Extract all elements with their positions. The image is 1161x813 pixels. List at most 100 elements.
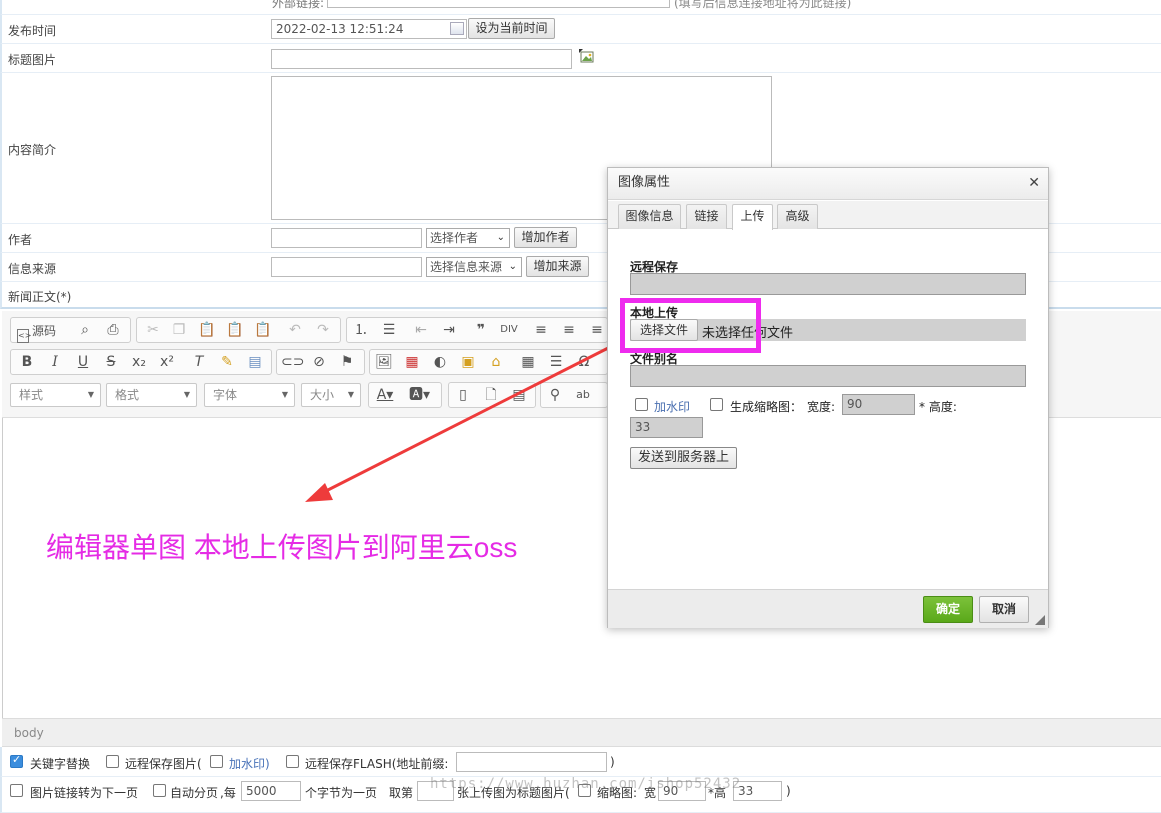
format-combo-label: 格式 — [115, 388, 140, 402]
bold-icon[interactable]: B — [17, 352, 37, 372]
font-combo[interactable]: 字体 ▼ — [204, 383, 295, 407]
external-link-hint: (填写后信息连接地址将为此链接) — [674, 0, 852, 10]
file-alias-field[interactable] — [630, 365, 1026, 387]
element-path[interactable]: body — [14, 726, 44, 740]
div-container-icon[interactable]: DIV — [499, 320, 519, 340]
text-color-icon[interactable]: A▾ — [375, 385, 395, 405]
bulleted-list-icon[interactable]: ☰ — [379, 320, 399, 340]
underline-icon[interactable]: U — [73, 352, 93, 372]
set-now-button[interactable]: 设为当前时间 — [468, 18, 555, 39]
source-select[interactable]: 选择信息来源 ⌄ — [426, 257, 522, 277]
tab-upload[interactable]: 上传 — [732, 204, 773, 230]
watermark-option-checkbox[interactable] — [210, 755, 223, 768]
tab-link[interactable]: 链接 — [686, 204, 727, 229]
keyword-replace-checkbox[interactable] — [10, 753, 23, 768]
numbered-list-icon[interactable]: ⒈ — [351, 320, 371, 340]
template-icon[interactable]: ▤ — [245, 352, 265, 372]
link-icon[interactable]: ⊂⊃ — [281, 352, 304, 372]
cms-edit-page: 外部链接: (填写后信息连接地址将为此链接) 发布时间 2022-02-13 1… — [0, 0, 1161, 813]
print-icon[interactable]: ⎙ — [103, 320, 123, 340]
image-link-next-checkbox[interactable] — [10, 784, 23, 797]
subscript-icon[interactable]: x₂ — [129, 352, 149, 372]
cut-icon[interactable]: ✂ — [143, 320, 163, 340]
flash-prefix-input[interactable] — [456, 752, 607, 772]
auto-paging-checkbox[interactable] — [153, 784, 166, 797]
watermark-label: 加水印 — [654, 400, 691, 414]
replace-icon[interactable]: ab — [573, 385, 593, 405]
author-input[interactable] — [271, 228, 422, 248]
copy-icon[interactable]: ❐ — [169, 320, 189, 340]
blockquote-icon[interactable]: ❞ — [471, 320, 491, 340]
author-select-value: 选择作者 — [430, 231, 479, 245]
choose-file-button[interactable]: 选择文件 — [630, 319, 698, 341]
publish-time-row: 发布时间 2022-02-13 12:51:24 设为当前时间 — [0, 15, 1161, 44]
attachment-icon[interactable]: ▣ — [458, 352, 478, 372]
source-input[interactable] — [271, 257, 422, 277]
add-author-button[interactable]: 增加作者 — [514, 227, 577, 248]
maximize-icon[interactable]: ▯ — [453, 385, 473, 405]
external-link-input[interactable] — [327, 0, 670, 8]
remote-save-image-checkbox[interactable] — [106, 755, 119, 768]
align-center-icon[interactable]: ≡ — [559, 320, 579, 340]
body-label: 新闻正文(*) — [8, 290, 72, 304]
horizontal-rule-icon[interactable]: ☰ — [546, 352, 566, 372]
styles-combo[interactable]: 样式 ▼ — [10, 383, 101, 407]
italic-icon[interactable]: I — [45, 352, 65, 372]
flash-icon[interactable]: ▦ — [402, 352, 422, 372]
publish-time-value: 2022-02-13 12:51:24 — [276, 22, 404, 36]
add-source-button[interactable]: 增加来源 — [526, 256, 589, 277]
resize-handle-icon[interactable] — [1035, 615, 1045, 625]
paste-text-icon[interactable]: 📋 — [225, 320, 245, 340]
calendar-icon[interactable] — [450, 22, 464, 35]
watermark-checkbox[interactable] — [635, 398, 648, 411]
paste-word-icon[interactable]: 📋 — [253, 320, 273, 340]
thumbnail-width-input[interactable]: 90 — [842, 394, 915, 415]
cancel-button[interactable]: 取消 — [979, 596, 1029, 623]
dialog-title-bar[interactable]: 图像属性 ✕ — [608, 168, 1048, 200]
thumbnail-height-value: 33 — [635, 420, 651, 434]
table-icon[interactable]: ▦ — [518, 352, 538, 372]
publish-time-input[interactable]: 2022-02-13 12:51:24 — [271, 19, 467, 39]
toolbar-group-basicstyles: B I U S x₂ x² T ✎ ▤ — [10, 349, 272, 375]
anchor-icon[interactable]: ⚑ — [337, 352, 357, 372]
find-icon[interactable]: ⚲ — [545, 385, 565, 405]
format-combo[interactable]: 格式 ▼ — [106, 383, 197, 407]
title-image-input[interactable] — [271, 49, 572, 69]
outdent-icon[interactable]: ⇤ — [411, 320, 431, 340]
tab-advanced[interactable]: 高级 — [777, 204, 818, 229]
thumbnail-height-input[interactable]: 33 — [630, 417, 703, 438]
multi-image-icon[interactable]: ⌂ — [486, 352, 506, 372]
source-button[interactable]: <>源码 — [17, 321, 56, 343]
media-icon[interactable]: ◐ — [430, 352, 450, 372]
image-icon[interactable]: 🖼 — [374, 352, 394, 372]
align-right-icon[interactable]: ≡ — [587, 320, 607, 340]
page-break-icon[interactable]: 🗋 — [481, 385, 501, 405]
author-select[interactable]: 选择作者 ⌄ — [426, 228, 510, 248]
indent-icon[interactable]: ⇥ — [439, 320, 459, 340]
toolbar-group-colors: A▾ 🅰▾ — [368, 382, 442, 408]
format-painter-icon[interactable]: ✎ — [217, 352, 237, 372]
preview-icon[interactable]: ⌕ — [75, 320, 95, 340]
ok-button[interactable]: 确定 — [923, 596, 973, 623]
superscript-icon[interactable]: x² — [157, 352, 177, 372]
bg-color-icon[interactable]: 🅰▾ — [409, 385, 430, 405]
undo-icon[interactable]: ↶ — [285, 320, 305, 340]
special-char-icon[interactable]: Ω — [574, 352, 594, 372]
redo-icon[interactable]: ↷ — [313, 320, 333, 340]
remove-format-icon[interactable]: T — [189, 352, 209, 372]
close-icon[interactable]: ✕ — [1028, 168, 1040, 198]
strikethrough-icon[interactable]: S — [101, 352, 121, 372]
remote-save-field[interactable] — [630, 273, 1026, 295]
size-combo[interactable]: 大小 ▼ — [301, 383, 361, 407]
thumbnail-checkbox[interactable] — [710, 398, 723, 411]
align-left-icon[interactable]: ≡ — [531, 320, 551, 340]
unlink-icon[interactable]: ⊘ — [309, 352, 329, 372]
send-to-server-button[interactable]: 发送到服务器上 — [630, 447, 737, 469]
image-picker-icon[interactable] — [579, 49, 594, 63]
paste-icon[interactable]: 📋 — [197, 320, 217, 340]
tab-image-info[interactable]: 图像信息 — [618, 204, 681, 229]
show-blocks-icon[interactable]: ▤ — [509, 385, 529, 405]
font-combo-label: 字体 — [213, 388, 238, 402]
remote-save-flash-checkbox[interactable] — [286, 755, 299, 768]
per-chars-input[interactable]: 5000 — [241, 781, 301, 801]
